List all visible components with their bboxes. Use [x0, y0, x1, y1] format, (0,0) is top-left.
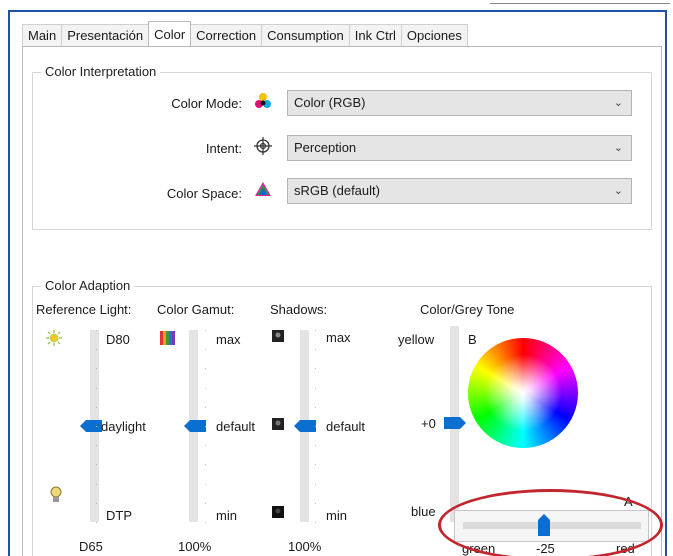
reference-light-footer-label: D65	[79, 539, 103, 554]
slider-tick	[205, 426, 206, 427]
slider-tick	[205, 522, 206, 523]
reference-light-middle-label: daylight	[101, 419, 146, 434]
tab-presentacion[interactable]: Presentación	[61, 24, 150, 46]
tab-color[interactable]: Color	[148, 21, 192, 46]
slider-tick	[315, 330, 316, 331]
color-dots-icon	[254, 92, 272, 110]
tab-ink-ctrl[interactable]: Ink Ctrl	[348, 24, 402, 46]
slider-tick	[96, 445, 97, 447]
shadow-square-icon	[272, 418, 284, 433]
slider-tick	[315, 426, 316, 427]
slider-tick	[96, 406, 97, 408]
color-wheel[interactable]	[468, 338, 578, 448]
tone-a-letter: A	[624, 494, 633, 509]
tone-horizontal-slider[interactable]	[454, 510, 649, 542]
reference-light-bottom-label: DTP	[106, 508, 132, 523]
chevron-down-icon: ⌄	[613, 185, 623, 197]
shadow-square-icon	[272, 330, 284, 345]
chevron-down-icon: ⌄	[613, 142, 623, 154]
color-adaption-title: Color Adaption	[41, 278, 135, 293]
color-mode-value: Color (RGB)	[294, 95, 366, 110]
color-space-select[interactable]: sRGB (default) ⌄	[287, 178, 632, 204]
slider-tick	[205, 464, 206, 466]
tone-yellow-label: yellow	[398, 332, 435, 347]
slider-tick	[315, 522, 316, 523]
crosshair-icon	[254, 137, 272, 155]
tone-value-label: +0	[421, 416, 436, 431]
reference-light-header: Reference Light:	[36, 302, 132, 317]
color-interpretation-title: Color Interpretation	[41, 64, 161, 79]
color-space-value: sRGB (default)	[294, 183, 380, 198]
tone-horizontal-track[interactable]	[463, 522, 641, 529]
lightbulb-icon	[50, 486, 62, 507]
slider-tick	[96, 330, 97, 331]
color-bars-icon	[160, 331, 176, 348]
slider-tick	[315, 406, 316, 408]
slider-tick	[96, 464, 97, 466]
slider-tick	[315, 368, 316, 370]
shadows-thumb[interactable]	[294, 420, 316, 432]
tone-red-label: red	[616, 541, 635, 556]
gamut-triangle-icon	[254, 180, 272, 198]
slider-tick	[205, 368, 206, 370]
color-mode-label: Color Mode:	[171, 96, 242, 111]
slider-tick	[96, 368, 97, 370]
tab-bar: Main Presentación Color Correction Consu…	[22, 21, 468, 46]
color-grey-tone-header: Color/Grey Tone	[420, 302, 515, 317]
slider-tick	[315, 349, 316, 351]
slider-tick	[205, 406, 206, 408]
tone-green-label: green	[462, 541, 496, 556]
tab-main[interactable]: Main	[22, 24, 63, 46]
tab-correction[interactable]: Correction	[190, 24, 263, 46]
slider-tick	[315, 502, 316, 504]
tone-vertical-thumb[interactable]	[444, 417, 466, 429]
slider-tick	[96, 522, 97, 523]
shadows-bottom-label: min	[326, 508, 347, 523]
color-gamut-bottom-label: min	[216, 508, 237, 523]
window-top-edge	[490, 0, 670, 4]
slider-tick	[96, 502, 97, 504]
slider-tick	[205, 445, 206, 447]
color-gamut-header: Color Gamut:	[157, 302, 235, 317]
shadows-footer-label: 100%	[288, 539, 322, 554]
slider-tick	[205, 330, 206, 331]
color-gamut-top-label: max	[216, 332, 241, 347]
slider-tick	[205, 349, 206, 351]
intent-value: Perception	[294, 140, 357, 155]
slider-tick	[96, 483, 97, 485]
shadow-square-icon	[272, 506, 284, 521]
sun-icon	[46, 330, 62, 349]
color-gamut-middle-label: default	[216, 419, 256, 434]
tab-consumption[interactable]: Consumption	[261, 24, 350, 46]
slider-tick	[96, 426, 97, 427]
slider-tick	[315, 483, 316, 485]
tone-blue-label: blue	[411, 504, 436, 519]
tone-h-value-label: -25	[536, 541, 555, 556]
intent-label: Intent:	[205, 141, 242, 156]
slider-tick	[205, 387, 206, 389]
tone-horizontal-thumb[interactable]	[538, 514, 551, 536]
tab-opciones[interactable]: Opciones	[400, 24, 468, 46]
reference-light-thumb[interactable]	[80, 420, 102, 432]
color-space-label: Color Space:	[166, 186, 242, 201]
chevron-down-icon: ⌄	[613, 97, 623, 109]
shadows-middle-label: default	[326, 419, 366, 434]
reference-light-top-label: D80	[106, 332, 130, 347]
color-mode-select[interactable]: Color (RGB) ⌄	[287, 90, 632, 116]
color-gamut-thumb[interactable]	[184, 420, 206, 432]
shadows-top-label: max	[326, 330, 351, 345]
slider-tick	[205, 502, 206, 504]
shadows-header: Shadows:	[270, 302, 328, 317]
slider-tick	[315, 464, 316, 466]
tone-b-letter: B	[468, 332, 477, 347]
color-gamut-footer-label: 100%	[178, 539, 212, 554]
slider-tick	[315, 387, 316, 389]
slider-tick	[96, 387, 97, 389]
slider-tick	[315, 445, 316, 447]
slider-tick	[96, 349, 97, 351]
slider-tick	[205, 483, 206, 485]
intent-select[interactable]: Perception ⌄	[287, 135, 632, 161]
